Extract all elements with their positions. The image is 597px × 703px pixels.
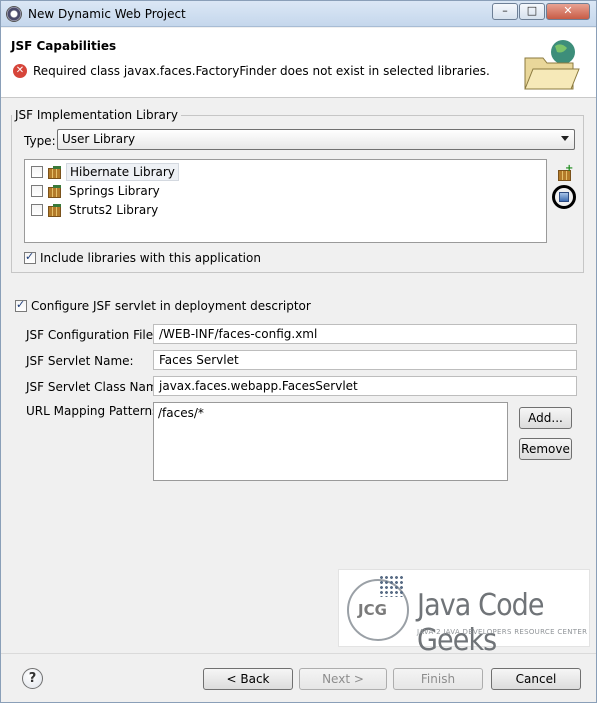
minimize-button[interactable]: – — [492, 3, 518, 20]
include-libraries-checkbox[interactable] — [24, 250, 36, 264]
configure-servlet-checkbox[interactable] — [15, 298, 27, 312]
finish-button[interactable]: Finish — [393, 668, 483, 690]
servlet-class-field[interactable]: javax.faces.webapp.FacesServlet — [153, 376, 577, 396]
library-icon — [47, 185, 63, 198]
back-button[interactable]: < Back — [203, 668, 293, 690]
close-button[interactable]: ✕ — [546, 3, 590, 20]
list-item[interactable]: Hibernate Library — [31, 163, 179, 181]
wizard-header: JSF Capabilities ✕ Required class javax.… — [1, 28, 596, 98]
config-file-label: JSF Configuration File: — [26, 328, 158, 342]
error-message: Required class javax.faces.FactoryFinder… — [33, 64, 490, 78]
footer-divider — [1, 653, 596, 654]
library-icon — [47, 204, 63, 217]
maximize-button[interactable]: □ — [519, 3, 545, 20]
list-item-label: Struts2 Library — [69, 203, 159, 217]
checkbox[interactable] — [31, 185, 43, 197]
implementation-library-legend: JSF Implementation Library — [12, 108, 181, 122]
list-item-label: Springs Library — [69, 184, 160, 198]
eclipse-icon — [6, 6, 22, 22]
include-libraries-label: Include libraries with this application — [40, 251, 261, 265]
wizard-content: JSF Implementation Library Type: User Li… — [1, 99, 596, 647]
library-icon — [47, 166, 63, 179]
type-select-value: User Library — [62, 132, 136, 146]
list-item-label: Hibernate Library — [66, 163, 179, 181]
servlet-name-label: JSF Servlet Name: — [26, 354, 134, 368]
list-item[interactable]: /faces/* — [158, 406, 503, 420]
type-select[interactable]: User Library — [57, 129, 575, 150]
error-icon: ✕ — [13, 64, 27, 78]
next-button[interactable]: Next > — [299, 668, 387, 690]
java-code-geeks-watermark: JCG Java Code Geeks JAVA 2 JAVA DEVELOPE… — [338, 569, 590, 658]
include-libraries-option[interactable]: Include libraries with this application — [24, 250, 261, 265]
cancel-button[interactable]: Cancel — [491, 668, 581, 690]
window-title: New Dynamic Web Project — [28, 7, 186, 21]
configure-servlet-option[interactable]: Configure JSF servlet in deployment desc… — [15, 298, 311, 313]
watermark-subtitle: JAVA 2 JAVA DEVELOPERS RESOURCE CENTER — [417, 628, 588, 636]
list-item[interactable]: Springs Library — [31, 182, 163, 200]
config-file-field[interactable]: /WEB-INF/faces-config.xml — [153, 324, 577, 344]
folder-globe-icon — [524, 40, 580, 90]
add-mapping-button[interactable]: Add... — [519, 407, 572, 429]
chevron-down-icon — [561, 136, 569, 141]
library-list[interactable]: Hibernate Library Springs Library Struts… — [24, 159, 547, 243]
type-label: Type: — [24, 134, 56, 148]
url-mapping-label: URL Mapping Patterns: — [26, 404, 163, 418]
servlet-name-field[interactable]: Faces Servlet — [153, 350, 577, 370]
download-library-icon[interactable] — [552, 185, 576, 209]
checkbox[interactable] — [31, 166, 43, 178]
page-title: JSF Capabilities — [11, 39, 117, 53]
url-mapping-list[interactable]: /faces/* — [153, 402, 508, 481]
add-library-icon[interactable] — [557, 163, 573, 181]
configure-servlet-label: Configure JSF servlet in deployment desc… — [31, 299, 311, 313]
watermark-title: Java Code Geeks — [417, 588, 545, 658]
servlet-class-label: JSF Servlet Class Name: — [26, 380, 169, 394]
title-bar: New Dynamic Web Project – □ ✕ — [1, 1, 596, 27]
dots-decoration — [379, 575, 405, 597]
checkbox[interactable] — [31, 204, 43, 216]
help-icon[interactable]: ? — [22, 668, 43, 689]
remove-mapping-button[interactable]: Remove — [519, 438, 572, 460]
list-item[interactable]: Struts2 Library — [31, 201, 161, 219]
new-dynamic-web-project-dialog: New Dynamic Web Project – □ ✕ JSF Capabi… — [0, 0, 597, 703]
